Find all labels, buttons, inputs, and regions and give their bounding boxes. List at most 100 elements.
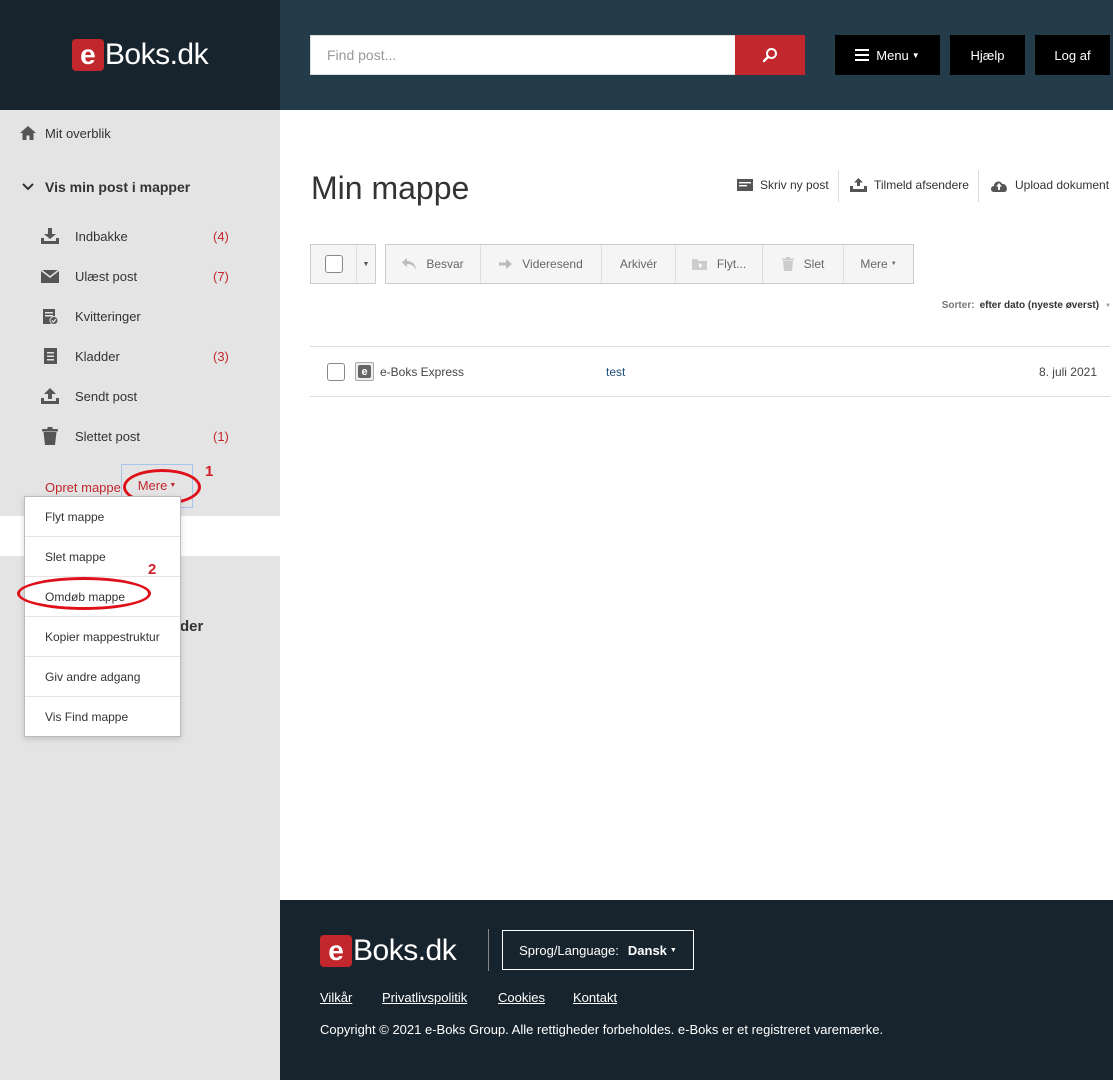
- upload-document-link[interactable]: Upload dokument: [990, 178, 1109, 192]
- sidebar-item-label: Kvitteringer: [75, 308, 141, 324]
- compose-icon: [737, 179, 753, 191]
- sort-value: efter dato (nyeste øverst): [979, 300, 1100, 311]
- footer: e Boks.dk Sprog/Language: Dansk ▼ Vilkår…: [280, 900, 1113, 1080]
- sidebar-item-label: Ulæst post: [75, 268, 138, 284]
- more-actions-button[interactable]: Mere ▼: [844, 245, 913, 283]
- sidebar-item-sent[interactable]: Sendt post: [40, 387, 240, 405]
- menu-item-copy-structure[interactable]: Kopier mappestruktur: [25, 617, 180, 657]
- delete-button[interactable]: Slet: [763, 245, 844, 283]
- folder-move-icon: [691, 258, 707, 270]
- message-row[interactable]: e e-Boks Express test 8. juli 2021: [310, 347, 1110, 396]
- sidebar-item-unread[interactable]: Ulæst post: [40, 267, 240, 285]
- copyright-text: Copyright © 2021 e-Boks Group. Alle rett…: [320, 1022, 884, 1037]
- archive-button[interactable]: Arkivér: [602, 245, 676, 283]
- delete-label: Slet: [803, 257, 825, 271]
- logo-e-mark: e: [71, 39, 104, 71]
- section-title: Vis min post i mapper: [45, 179, 191, 195]
- help-button[interactable]: Hjælp: [950, 35, 1025, 75]
- sidebar-item-drafts[interactable]: Kladder: [40, 347, 240, 365]
- message-sender: e-Boks Express: [380, 365, 465, 379]
- sidebar-item-label: Mit overblik: [45, 125, 111, 141]
- upload-label: Upload dokument: [1015, 178, 1110, 192]
- search-input[interactable]: [310, 35, 736, 75]
- menu-item-show-find-folder[interactable]: Vis Find mappe: [25, 697, 180, 737]
- subscribe-senders-link[interactable]: Tilmeld afsendere: [850, 178, 969, 192]
- message-date: 8. juli 2021: [1038, 365, 1097, 379]
- sidebar-item-label: Slettet post: [75, 428, 141, 444]
- footer-divider: [488, 929, 489, 971]
- top-bar: Menu ▼ Hjælp Log af: [280, 0, 1113, 110]
- menu-button[interactable]: Menu ▼: [835, 35, 940, 75]
- annotation-number-2: 2: [148, 561, 157, 578]
- language-selector[interactable]: Sprog/Language: Dansk ▼: [502, 930, 694, 970]
- upload-icon: [40, 387, 60, 405]
- message-checkbox[interactable]: [327, 363, 345, 381]
- action-divider: [838, 170, 839, 202]
- create-folder-link[interactable]: Opret mappe: [45, 480, 121, 495]
- move-button[interactable]: Flyt...: [676, 245, 763, 283]
- sidebar-item-inbox[interactable]: Indbakke: [40, 227, 240, 245]
- draft-document-icon: [40, 347, 60, 365]
- deleted-count: (1): [213, 429, 229, 444]
- drafts-count: (3): [213, 349, 229, 364]
- sender-logo: e: [355, 362, 374, 381]
- footer-link-contact[interactable]: Kontakt: [573, 990, 617, 1005]
- sort-control[interactable]: Sorter: efter dato (nyeste øverst) ▼: [942, 300, 1111, 311]
- logo-e-mark: e: [320, 935, 352, 967]
- trash-icon: [781, 257, 794, 271]
- receipt-icon: [40, 307, 60, 325]
- subscribe-icon: [850, 178, 867, 192]
- select-options-caret[interactable]: ▼: [357, 245, 375, 283]
- sidebar-item-label: Indbakke: [75, 228, 128, 244]
- compose-link[interactable]: Skriv ny post: [737, 178, 829, 192]
- header-logo-area: e Boks.dk: [0, 0, 280, 110]
- inbox-count: (4): [213, 229, 229, 244]
- sidebar-section-folders[interactable]: Vis min post i mapper: [18, 178, 190, 196]
- sidebar-item-deleted[interactable]: Slettet post: [40, 427, 240, 445]
- forward-arrow-icon: [499, 259, 513, 269]
- annotation-number-1: 1: [205, 463, 214, 480]
- language-label: Sprog/Language:: [519, 942, 619, 958]
- message-toolbar: Besvar Videresend Arkivér Flyt... Slet M…: [385, 244, 914, 284]
- search-button[interactable]: [735, 35, 805, 75]
- caret-down-icon: ▼: [911, 50, 920, 60]
- footer-link-privacy[interactable]: Privatlivspolitik: [382, 990, 467, 1005]
- chevron-down-icon: [18, 178, 38, 196]
- move-label: Flyt...: [716, 257, 747, 271]
- more-actions-label: Mere: [860, 257, 888, 271]
- sidebar-item-label: Sendt post: [75, 388, 138, 404]
- partially-hidden-heading: der: [180, 618, 204, 635]
- action-divider: [978, 170, 979, 202]
- cloud-upload-icon: [990, 179, 1008, 192]
- sidebar-item-receipts[interactable]: Kvitteringer: [40, 307, 240, 325]
- caret-down-icon: ▼: [362, 260, 370, 268]
- select-all-checkbox-wrap[interactable]: [311, 245, 357, 283]
- footer-link-terms[interactable]: Vilkår: [320, 990, 352, 1005]
- eboks-e-icon: e: [358, 365, 371, 378]
- search-icon: [762, 48, 777, 63]
- annotation-ellipse-2: [17, 577, 151, 610]
- page-title: Min mappe: [311, 170, 470, 206]
- list-divider-bottom: [310, 396, 1110, 397]
- sidebar-item-overview[interactable]: Mit overblik: [18, 124, 111, 142]
- logo-text: Boks.dk: [353, 934, 457, 967]
- reply-button[interactable]: Besvar: [386, 245, 481, 283]
- menu-item-move-folder[interactable]: Flyt mappe: [25, 497, 180, 537]
- select-all-checkbox[interactable]: [324, 255, 343, 273]
- footer-eboks-logo[interactable]: e Boks.dk: [320, 934, 457, 968]
- reply-icon: [402, 258, 417, 270]
- hamburger-icon: [855, 49, 870, 61]
- menu-item-delete-folder[interactable]: Slet mappe: [25, 537, 180, 577]
- sort-label: Sorter:: [941, 300, 975, 311]
- menu-item-give-access[interactable]: Giv andre adgang: [25, 657, 180, 697]
- home-icon: [18, 124, 38, 142]
- eboks-logo[interactable]: e Boks.dk: [71, 38, 209, 72]
- forward-button[interactable]: Videresend: [481, 245, 602, 283]
- message-subject[interactable]: test: [606, 365, 625, 379]
- folder-more-dropdown: Flyt mappe Slet mappe Omdøb mappe Kopier…: [24, 496, 181, 737]
- caret-down-icon: ▼: [1105, 302, 1111, 309]
- inbox-download-icon: [40, 227, 60, 245]
- sidebar-item-label: Kladder: [75, 348, 120, 364]
- logout-button[interactable]: Log af: [1035, 35, 1110, 75]
- footer-link-cookies[interactable]: Cookies: [498, 990, 545, 1005]
